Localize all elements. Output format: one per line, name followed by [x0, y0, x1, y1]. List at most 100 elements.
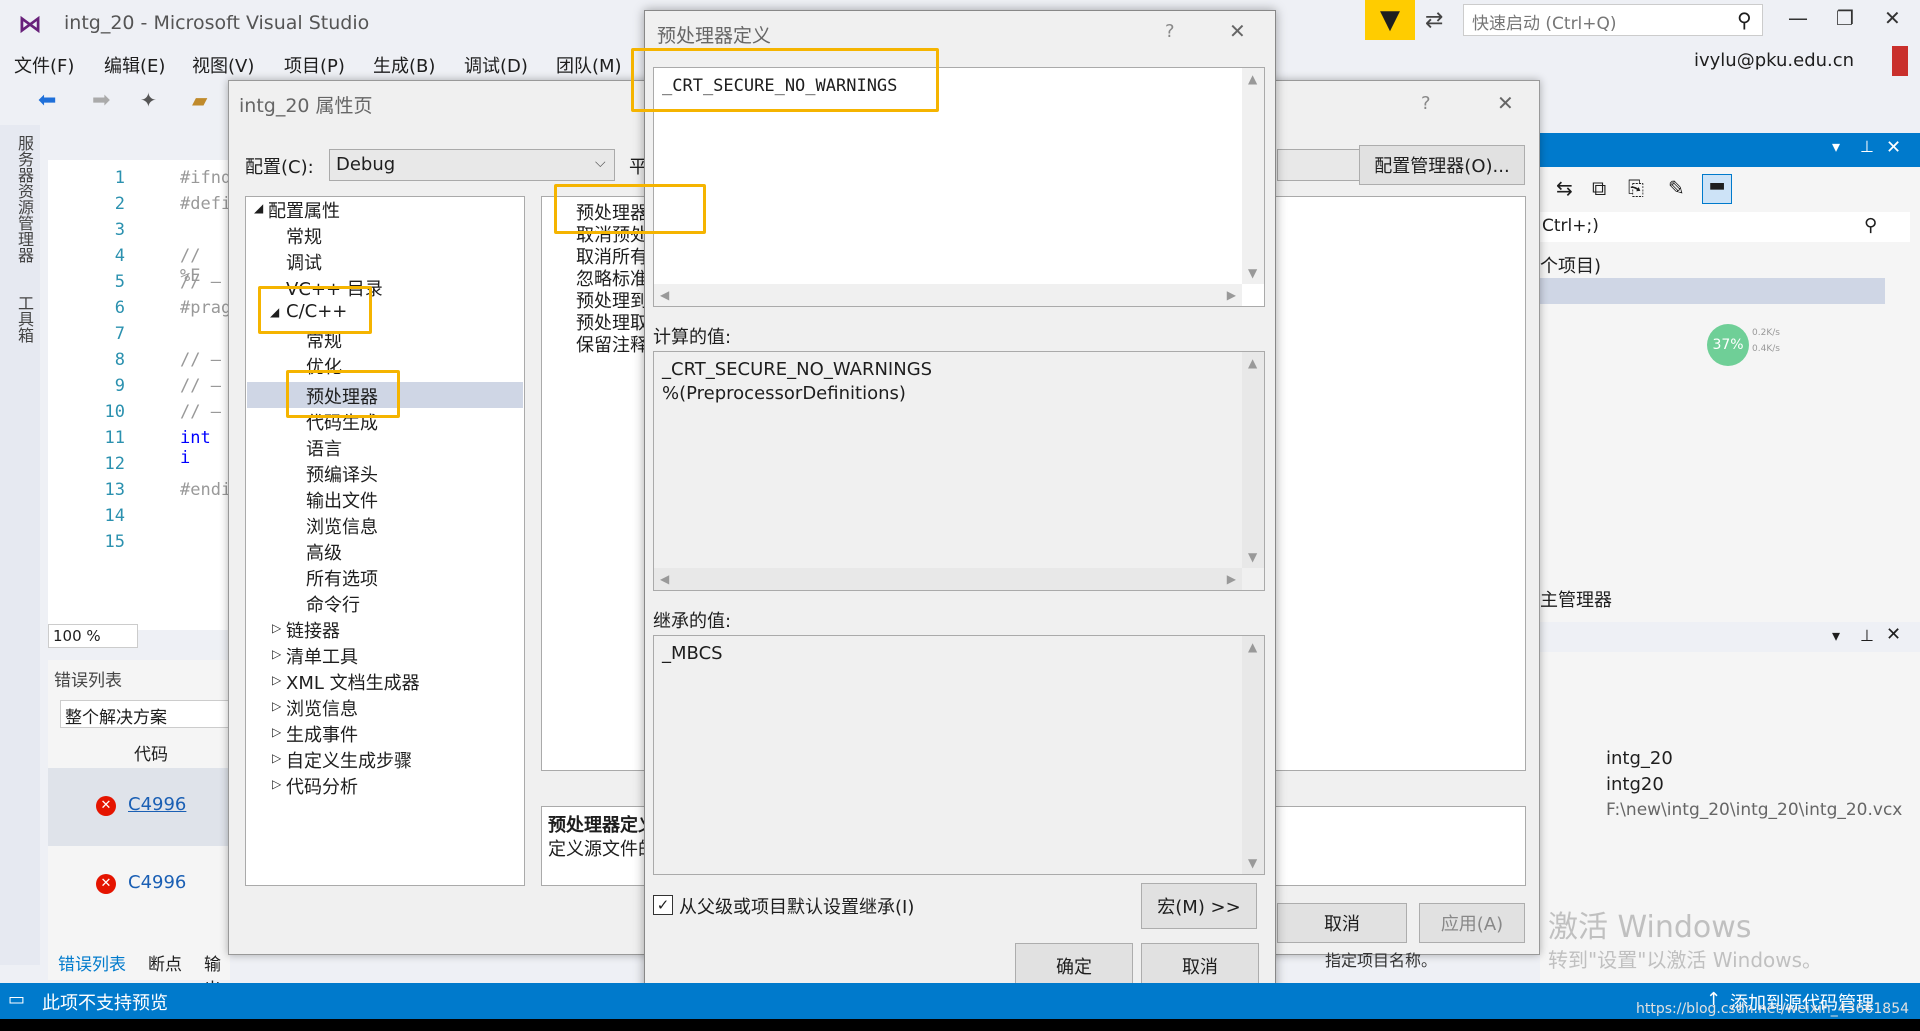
pin-icon[interactable]: ⊥ — [1860, 137, 1874, 156]
panel-dropdown-icon[interactable]: ▾ — [1832, 626, 1840, 645]
error-col-code[interactable]: 代码 — [134, 740, 168, 765]
close-panel-icon[interactable]: ✕ — [1886, 137, 1901, 158]
tree-item[interactable]: 浏览信息 — [306, 513, 378, 539]
menu-project[interactable]: 项目(P) — [284, 52, 345, 78]
tree-item[interactable]: 清单工具 — [286, 643, 358, 669]
scroll-right-icon[interactable]: ▶ — [1227, 572, 1236, 586]
zoom-select[interactable]: 100 % — [48, 624, 138, 648]
close-window-icon[interactable]: ✕ — [1884, 6, 1901, 30]
menu-edit[interactable]: 编辑(E) — [104, 52, 165, 78]
open-folder-icon[interactable]: ▰ — [192, 88, 207, 112]
inherit-checkbox[interactable]: ✓ — [653, 895, 673, 915]
tree-item[interactable]: 生成事件 — [286, 721, 358, 747]
tree-item[interactable]: 所有选项 — [306, 565, 378, 591]
tree-expander[interactable]: ▷ — [272, 725, 281, 739]
tab-breakpoints[interactable]: 断点 — [148, 950, 182, 975]
tree-expander[interactable]: ▷ — [272, 777, 281, 791]
collapse-icon[interactable]: ⧉ — [1592, 176, 1606, 200]
tree-item[interactable]: 常规 — [286, 223, 322, 249]
menu-build[interactable]: 生成(B) — [373, 52, 435, 78]
scroll-up-icon[interactable]: ▲ — [1248, 72, 1257, 86]
grid-row[interactable]: 保留注释 — [576, 331, 648, 357]
scroll-right-icon[interactable]: ▶ — [1227, 288, 1236, 302]
properties-wrench-icon[interactable]: ✎ — [1668, 176, 1685, 200]
help-icon[interactable]: ? — [1165, 21, 1175, 42]
solution-selected-row[interactable] — [1540, 278, 1885, 304]
show-all-icon[interactable]: ⎘ — [1628, 176, 1644, 200]
tree-expander[interactable]: ▷ — [272, 751, 281, 765]
scroll-down-icon[interactable]: ▼ — [1248, 856, 1257, 870]
apply-button[interactable]: 应用(A) — [1419, 903, 1525, 943]
vertical-scrollbar[interactable]: ▲ ▼ — [1242, 68, 1264, 284]
error-code-link[interactable]: C4996 — [128, 794, 186, 815]
solution-search-input[interactable]: Ctrl+;) — [1540, 212, 1910, 242]
tree-item[interactable]: 配置属性 — [268, 197, 340, 223]
tree-item[interactable]: 输出文件 — [306, 487, 378, 513]
error-code[interactable]: C4996 — [128, 872, 186, 893]
scroll-left-icon[interactable]: ◀ — [660, 288, 669, 302]
vertical-scrollbar[interactable]: ▲ ▼ — [1242, 636, 1264, 874]
menu-team[interactable]: 团队(M) — [556, 52, 622, 78]
code-line: #ifnd — [180, 168, 232, 188]
user-account[interactable]: ivylu@pku.edu.cn — [1694, 50, 1854, 71]
inherit-checkbox-label[interactable]: 从父级或项目默认设置继承(I) — [679, 893, 914, 919]
menu-file[interactable]: 文件(F) — [14, 52, 74, 78]
forward-icon[interactable]: ➡ — [92, 88, 110, 113]
tree-expander[interactable]: ◢ — [254, 201, 263, 215]
tree-item[interactable]: 代码分析 — [286, 773, 358, 799]
user-avatar[interactable] — [1892, 46, 1908, 76]
tree-item[interactable]: 调试 — [286, 249, 322, 275]
pin-icon[interactable]: ⊥ — [1860, 626, 1874, 645]
tree-item[interactable]: 预编译头 — [306, 461, 378, 487]
new-project-icon[interactable]: ✦ — [140, 88, 157, 112]
macro-button[interactable]: 宏(M) >> — [1141, 883, 1257, 929]
solution-manager-label: 主管理器 — [1540, 590, 1612, 611]
tree-item[interactable]: 链接器 — [286, 617, 340, 643]
back-icon[interactable]: ⬅ — [38, 88, 56, 113]
restore-icon[interactable]: ❐ — [1836, 6, 1854, 30]
tree-item[interactable]: 自定义生成步骤 — [286, 747, 412, 773]
signin-icon[interactable]: ⇄ — [1425, 8, 1443, 33]
config-select[interactable]: Debug — [329, 149, 615, 181]
scroll-up-icon[interactable]: ▲ — [1248, 356, 1257, 370]
tree-expander[interactable]: ▷ — [272, 621, 281, 635]
scroll-down-icon[interactable]: ▼ — [1248, 550, 1257, 564]
tree-item[interactable]: 高级 — [306, 539, 342, 565]
tree-expander[interactable]: ▷ — [272, 647, 281, 661]
close-panel-icon[interactable]: ✕ — [1886, 624, 1901, 645]
description-title: 预处理器定义 — [548, 815, 656, 836]
sync-icon[interactable]: ⇆ — [1556, 176, 1573, 200]
solution-items[interactable]: 个项目) — [1540, 252, 1601, 278]
line-number: 15 — [104, 532, 125, 552]
vertical-scrollbar[interactable]: ▲ ▼ — [1242, 352, 1264, 568]
code-line: // — — [180, 272, 221, 292]
tree-item[interactable]: 浏览信息 — [286, 695, 358, 721]
close-dialog-icon[interactable]: ✕ — [1229, 19, 1246, 43]
close-dialog-icon[interactable]: ✕ — [1497, 91, 1514, 115]
prop-value: intg_20 — [1606, 748, 1673, 769]
horizontal-scrollbar[interactable]: ◀ ▶ — [654, 284, 1242, 306]
scroll-down-icon[interactable]: ▼ — [1248, 266, 1257, 280]
horizontal-scrollbar[interactable]: ◀ ▶ — [654, 568, 1242, 590]
menu-debug[interactable]: 调试(D) — [464, 52, 528, 78]
cancel-button[interactable]: 取消 — [1277, 903, 1407, 943]
tree-item[interactable]: 命令行 — [306, 591, 360, 617]
error-scope-select[interactable]: 整个解决方案 — [60, 700, 230, 728]
config-manager-button[interactable]: 配置管理器(O)... — [1359, 145, 1525, 185]
tree-item[interactable]: XML 文档生成器 — [286, 669, 420, 695]
computed-label: 计算的值: — [653, 327, 732, 348]
panel-dropdown-icon[interactable]: ▾ — [1832, 137, 1840, 156]
minimize-icon[interactable]: — — [1788, 6, 1808, 30]
tree-item[interactable]: 语言 — [306, 435, 342, 461]
menu-view[interactable]: 视图(V) — [192, 52, 254, 78]
help-icon[interactable]: ? — [1421, 93, 1431, 114]
preview-icon[interactable]: ▬ — [1702, 174, 1732, 204]
tree-expander[interactable]: ▷ — [272, 699, 281, 713]
line-number: 13 — [104, 480, 125, 500]
tab-error-list[interactable]: 错误列表 — [58, 950, 126, 975]
scroll-left-icon[interactable]: ◀ — [660, 572, 669, 586]
scroll-up-icon[interactable]: ▲ — [1248, 640, 1257, 654]
feedback-filter-icon[interactable]: ▼ — [1365, 0, 1415, 40]
tree-expander[interactable]: ▷ — [272, 673, 281, 687]
quick-launch-input[interactable]: 快速启动 (Ctrl+Q) — [1463, 4, 1763, 36]
